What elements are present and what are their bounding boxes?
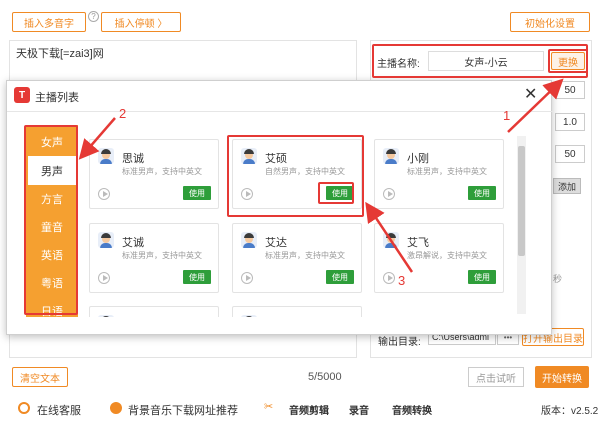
arrow-1 <box>507 78 564 133</box>
annotation-2: 2 <box>119 106 127 121</box>
arrow-3 <box>365 201 414 273</box>
annotation-1: 1 <box>503 108 511 123</box>
annotation-arrows <box>78 78 564 273</box>
arrow-2 <box>78 117 116 160</box>
annotation-3: 3 <box>398 273 406 288</box>
